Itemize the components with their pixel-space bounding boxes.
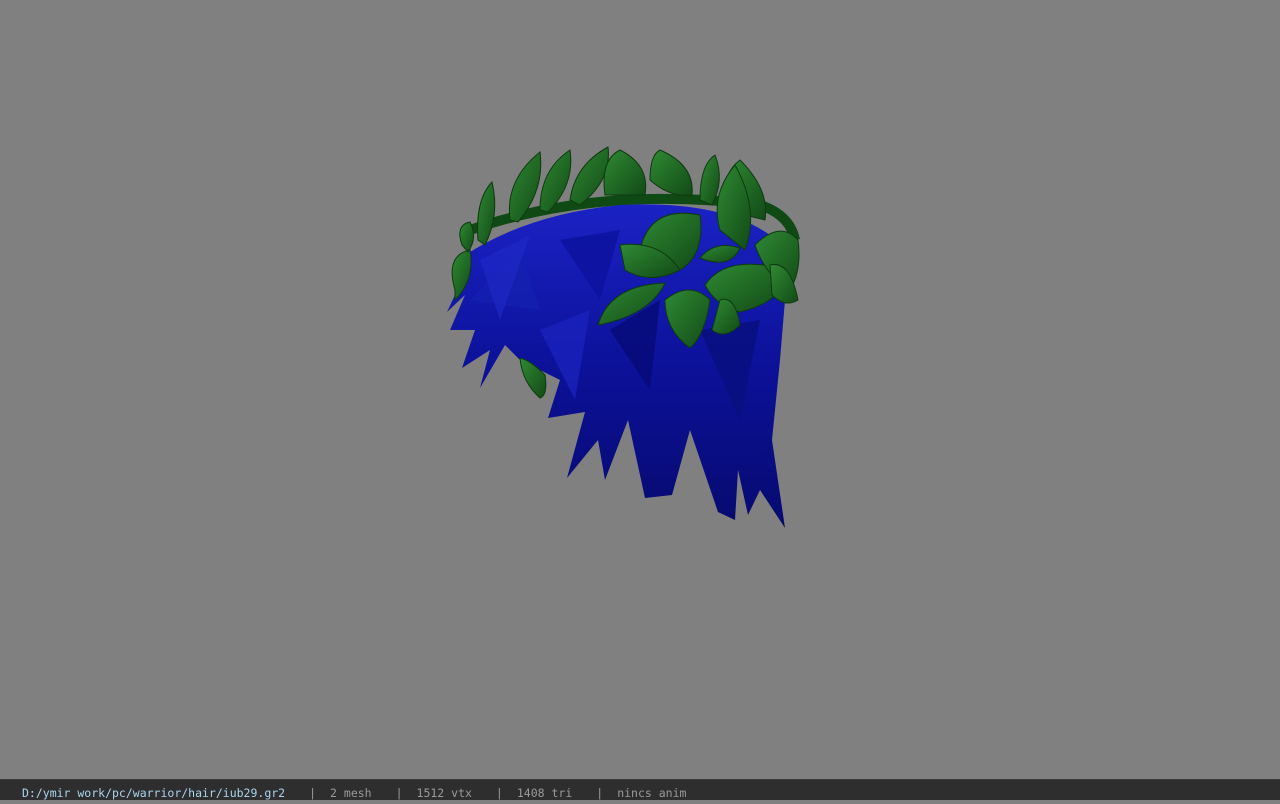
status-separator: | [309, 785, 317, 800]
anim-status-label: nincs anim [617, 785, 687, 800]
status-separator: | [596, 785, 604, 800]
status-separator: | [495, 785, 503, 800]
mesh-count-label: 2 mesh [330, 785, 372, 800]
status-bar: D:/ymir work/pc/warrior/hair/iub29.gr2 |… [0, 779, 1280, 800]
triangle-count-label: 1408 tri [516, 785, 573, 800]
file-path-label: D:/ymir work/pc/warrior/hair/iub29.gr2 [22, 785, 286, 800]
3d-viewport[interactable] [0, 0, 1280, 779]
status-separator: | [395, 785, 403, 800]
vertex-count-label: 1512 vtx [416, 785, 472, 800]
hair-model-render [447, 146, 800, 528]
